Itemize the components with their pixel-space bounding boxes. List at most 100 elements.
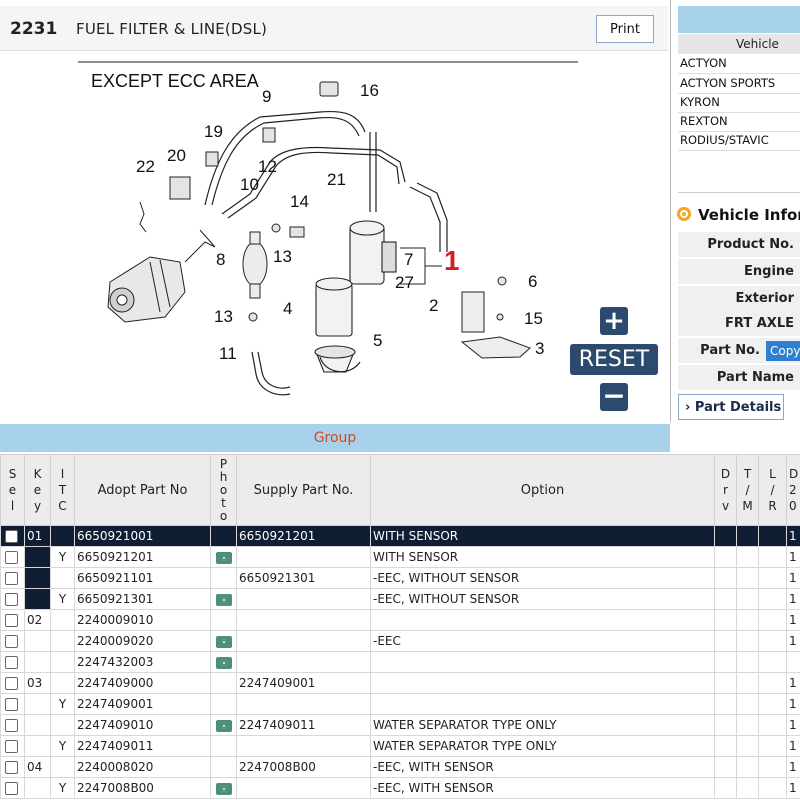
option-cell: -EEC, WITHOUT SENSOR bbox=[370, 588, 715, 610]
callout-10[interactable]: 10 bbox=[240, 175, 259, 194]
lr-cell bbox=[758, 693, 787, 715]
camera-icon[interactable] bbox=[215, 593, 232, 606]
key-cell bbox=[24, 567, 51, 589]
d-cell: 1 bbox=[786, 714, 800, 736]
zoom-out-button[interactable]: − bbox=[600, 382, 628, 411]
reset-button[interactable]: RESET bbox=[570, 344, 658, 375]
table-row[interactable]: 6650921101 6650921301 -EEC, WITHOUT SENSOR… bbox=[0, 567, 800, 589]
col-tm[interactable]: T / M bbox=[736, 454, 759, 526]
callout-14[interactable]: 14 bbox=[290, 192, 309, 211]
camera-icon[interactable] bbox=[215, 551, 232, 564]
callout-15[interactable]: 16 bbox=[360, 81, 379, 100]
table-row[interactable]: Y 2247409001 1 bbox=[0, 693, 800, 715]
sel-cell bbox=[0, 588, 25, 610]
option-cell: -EEC, WITHOUT SENSOR bbox=[370, 567, 715, 589]
camera-icon[interactable] bbox=[215, 782, 232, 795]
table-row[interactable]: Y 6650921201 WITH SENSOR 1 bbox=[0, 546, 800, 568]
zoom-in-button[interactable]: + bbox=[600, 307, 628, 335]
col-adopt-part-no[interactable]: Adopt Part No bbox=[74, 454, 211, 526]
col-supply-part-no[interactable]: Supply Part No. bbox=[236, 454, 371, 526]
table-row[interactable]: Y 6650921301 -EEC, WITHOUT SENSOR 1 bbox=[0, 588, 800, 610]
lr-cell bbox=[758, 630, 787, 652]
tm-cell bbox=[736, 735, 759, 757]
table-row[interactable]: Y 2247409011 WATER SEPARATOR TYPE ONLY 1 bbox=[0, 735, 800, 757]
col-itc[interactable]: I T C bbox=[50, 454, 75, 526]
callout-19[interactable]: 19 bbox=[204, 122, 223, 141]
print-button[interactable]: Print bbox=[596, 15, 654, 43]
col-key[interactable]: K e y bbox=[24, 454, 51, 526]
callout-6[interactable]: 6 bbox=[528, 272, 537, 291]
info-label: Exterior bbox=[735, 291, 794, 306]
col-option[interactable]: Option bbox=[370, 454, 715, 526]
info-label: Engine bbox=[744, 264, 794, 279]
tm-cell bbox=[736, 546, 759, 568]
option-cell bbox=[370, 672, 715, 694]
col-lr[interactable]: L / R bbox=[758, 454, 787, 526]
table-row[interactable]: 01 6650921001 6650921201 WITH SENSOR 1 bbox=[0, 525, 800, 547]
col-photo[interactable]: P h o t o bbox=[210, 454, 237, 526]
callout-8[interactable]: 8 bbox=[216, 250, 225, 269]
col-sel[interactable]: S e l bbox=[0, 454, 25, 526]
row-checkbox[interactable] bbox=[5, 530, 18, 543]
row-checkbox[interactable] bbox=[5, 635, 18, 648]
callout-22[interactable]: 22 bbox=[136, 157, 155, 176]
part-details-button[interactable]: › Part Details bbox=[678, 394, 784, 420]
callout-13a[interactable]: 13 bbox=[273, 247, 292, 266]
table-row[interactable]: 2240009020 -EEC 1 bbox=[0, 630, 800, 652]
d-cell bbox=[786, 651, 800, 673]
callout-11[interactable]: 11 bbox=[219, 344, 237, 363]
callout-16[interactable]: 15 bbox=[524, 309, 543, 328]
callout-20[interactable]: 20 bbox=[167, 146, 186, 165]
row-checkbox[interactable] bbox=[5, 677, 18, 690]
col-drv[interactable]: D r v bbox=[714, 454, 737, 526]
row-checkbox[interactable] bbox=[5, 740, 18, 753]
callout-21[interactable]: 21 bbox=[327, 170, 346, 189]
callout-5[interactable]: 5 bbox=[373, 331, 382, 350]
table-row[interactable]: 2247432003 bbox=[0, 651, 800, 673]
vehicle-item[interactable]: ACTYON SPORTS bbox=[678, 74, 800, 94]
camera-icon[interactable] bbox=[215, 635, 232, 648]
row-checkbox[interactable] bbox=[5, 593, 18, 606]
table-row[interactable]: 2247409010 2247409011 WATER SEPARATOR TYPE… bbox=[0, 714, 800, 736]
vehicle-item[interactable]: ACTYON bbox=[678, 54, 800, 74]
table-row[interactable]: 02 2240009010 1 bbox=[0, 609, 800, 631]
key-cell: 02 bbox=[24, 609, 51, 631]
info-label: Product No. bbox=[707, 237, 794, 252]
callout-3[interactable]: 3 bbox=[535, 339, 544, 358]
supply-part-no-cell bbox=[236, 693, 371, 715]
vehicle-item[interactable]: KYRON bbox=[678, 93, 800, 113]
lr-cell bbox=[758, 651, 787, 673]
row-checkbox[interactable] bbox=[5, 614, 18, 627]
row-checkbox[interactable] bbox=[5, 761, 18, 774]
table-row[interactable]: 03 2247409000 2247409001 1 bbox=[0, 672, 800, 694]
col-d[interactable]: D 2 0 bbox=[786, 454, 800, 526]
callout-12[interactable]: 12 bbox=[258, 157, 277, 176]
adopt-part-no-cell: 2247409000 bbox=[74, 672, 211, 694]
camera-icon[interactable] bbox=[215, 656, 232, 669]
primer-pump bbox=[242, 231, 268, 299]
parts-diagram[interactable]: EXCEPT ECC AREA 9 16 19 20 22 12 10 21 1… bbox=[0, 52, 600, 420]
row-checkbox[interactable] bbox=[5, 656, 18, 669]
row-checkbox[interactable] bbox=[5, 698, 18, 711]
callout-9[interactable]: 9 bbox=[262, 87, 271, 106]
vehicle-item[interactable]: RODIUS/STAVIC bbox=[678, 131, 800, 151]
row-checkbox[interactable] bbox=[5, 572, 18, 585]
table-row[interactable]: Y 2247008B00 -EEC, WITH SENSOR 1 bbox=[0, 777, 800, 799]
row-checkbox[interactable] bbox=[5, 551, 18, 564]
camera-icon[interactable] bbox=[215, 719, 232, 732]
callout-4[interactable]: 4 bbox=[283, 299, 292, 318]
vehicle-item[interactable]: REXTON bbox=[678, 112, 800, 132]
callout-1[interactable]: 1 bbox=[444, 245, 460, 276]
table-row[interactable]: 04 2240008020 2247008B00 -EEC, WITH SENSOR 1 bbox=[0, 756, 800, 778]
tm-cell bbox=[736, 756, 759, 778]
callout-7[interactable]: 7 bbox=[404, 250, 413, 269]
callout-27[interactable]: 27 bbox=[395, 273, 414, 292]
row-checkbox[interactable] bbox=[5, 782, 18, 795]
key-cell bbox=[24, 630, 51, 652]
callout-13b[interactable]: 13 bbox=[214, 307, 233, 326]
copy-button[interactable]: Copy bbox=[766, 341, 800, 361]
sel-cell bbox=[0, 693, 25, 715]
callout-2[interactable]: 2 bbox=[429, 296, 438, 315]
row-checkbox[interactable] bbox=[5, 719, 18, 732]
drv-cell bbox=[714, 588, 737, 610]
